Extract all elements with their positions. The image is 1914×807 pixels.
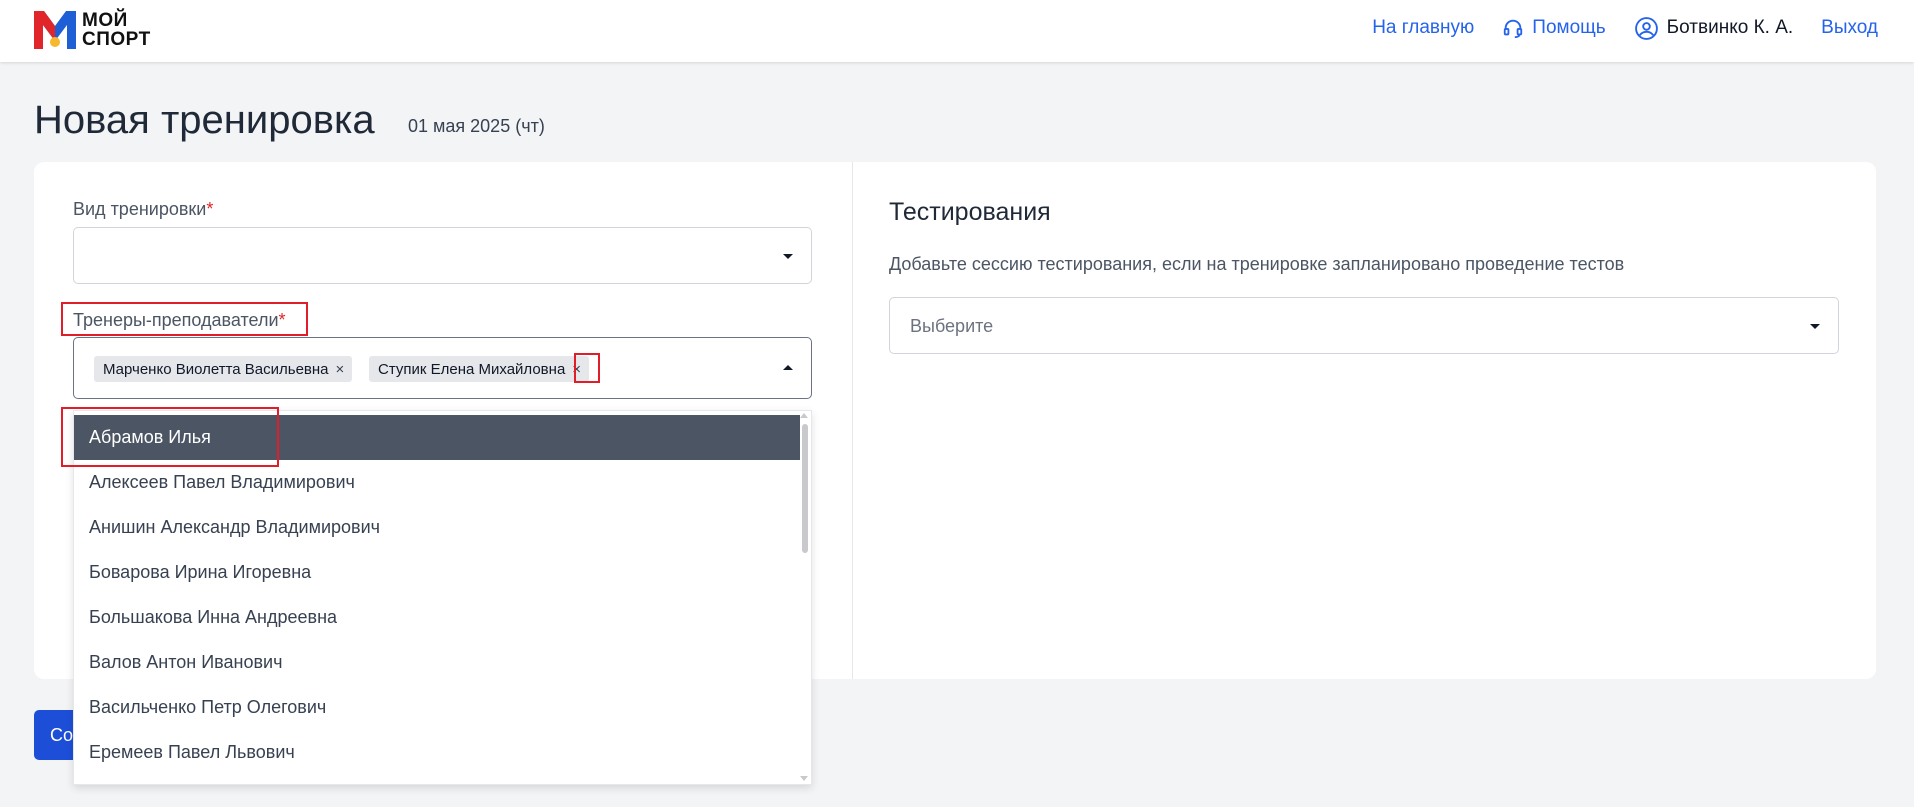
dropdown-option[interactable]: Большакова Инна Андреевна [74,595,800,640]
training-type-label: Вид тренировки* [73,199,213,220]
training-type-select[interactable] [73,227,812,284]
coaches-label-text: Тренеры-преподаватели [73,310,279,330]
testing-description: Добавьте сессию тестирования, если на тр… [889,254,1625,274]
scroll-thumb[interactable] [802,424,808,553]
coaches-multiselect[interactable]: Марченко Виолетта Васильевна × Ступик Ел… [73,337,812,399]
testing-select-placeholder: Выберите [910,316,994,336]
chip-label: Марченко Виолетта Васильевна [103,360,329,378]
chevron-up-icon [783,365,793,370]
logo-text-line2: СПОРТ [82,29,151,50]
coaches-label: Тренеры-преподаватели* [73,310,286,331]
testing-session-select[interactable]: Выберите [889,297,1839,354]
testing-title: Тестирования [889,198,1051,226]
dropdown-scrollbar[interactable] [799,411,811,784]
chip-remove-icon[interactable]: × [336,361,345,378]
coaches-dropdown: Абрамов Илья Алексеев Павел Владимирович… [73,410,812,785]
page-date: 01 мая 2025 (чт) [408,116,545,136]
card-divider [852,162,853,679]
nav-logout-link[interactable]: Выход [1821,17,1878,39]
nav-help-label: Помощь [1532,17,1606,38]
chip-label: Ступик Елена Михайловна [378,360,566,378]
scroll-up-arrow-icon[interactable] [800,413,808,418]
logo[interactable]: МОЙ СПОРТ [34,11,151,49]
scroll-down-arrow-icon[interactable] [800,776,808,781]
required-mark: * [278,310,286,330]
dropdown-option[interactable]: Боварова Ирина Игоревна [74,550,800,595]
selected-coach-chip: Марченко Виолетта Васильевна × [94,356,353,382]
chevron-down-icon [783,253,793,259]
dropdown-option[interactable]: Еремеев Павел Львович [74,730,800,775]
user-circle-icon [1634,16,1658,40]
top-header: МОЙ СПОРТ На главную Помощь Ботвинко К. … [0,0,1914,62]
chevron-down-icon [1810,323,1820,329]
dropdown-option[interactable]: Алексеев Павел Владимирович [74,460,800,505]
user-menu[interactable]: Ботвинко К. А. [1634,16,1793,41]
nav-help-link[interactable]: Помощь [1502,17,1606,39]
dropdown-option[interactable]: Анишин Александр Владимирович [74,505,800,550]
dropdown-option[interactable]: Васильченко Петр Олегович [74,685,800,730]
user-name: Ботвинко К. А. [1666,17,1794,38]
page-title: Новая тренировка [34,98,375,142]
selected-coach-chip: Ступик Елена Михайловна × [369,356,590,382]
training-type-label-text: Вид тренировки [73,199,207,219]
nav-home-link[interactable]: На главную [1372,17,1474,39]
logo-text-line1: МОЙ [82,10,128,31]
dropdown-option[interactable]: Валов Антон Иванович [74,640,800,685]
chip-remove-icon[interactable]: × [572,361,581,378]
header-nav: На главную Помощь Ботвинко К. А. Выход [1344,0,1878,56]
logo-mark-icon [34,11,76,49]
headset-icon [1504,19,1523,39]
required-mark: * [206,199,214,219]
logo-text: МОЙ СПОРТ [82,11,151,49]
dropdown-option[interactable]: Абрамов Илья [74,415,800,460]
